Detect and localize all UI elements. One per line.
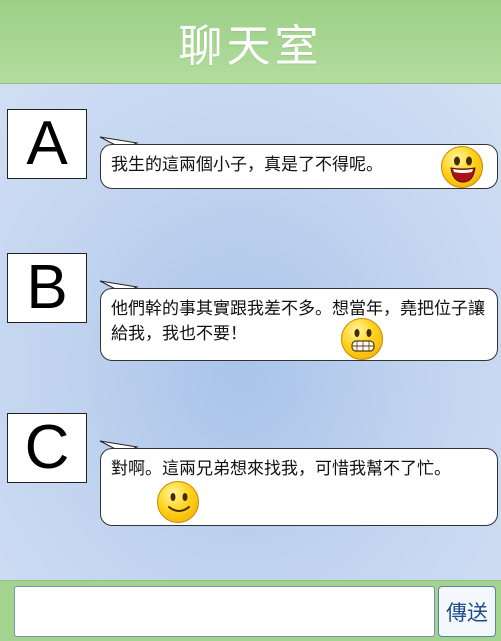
user-avatar: C [7, 413, 87, 483]
composer-bar: 傳送 [0, 580, 501, 641]
user-avatar: A [7, 109, 87, 179]
message-text: 對啊。這兩兄弟想來找我，可惜我幫不了忙。 [111, 459, 451, 479]
laughing-smiley-icon [441, 146, 483, 188]
smiling-smiley-icon [157, 481, 199, 523]
message-bubble: 他們幹的事其實跟我差不多。想當年，堯把位子讓給我，我也不要！ [100, 288, 498, 361]
message-bubble: 對啊。這兩兄弟想來找我，可惜我幫不了忙。 [100, 448, 498, 526]
user-avatar: B [7, 253, 87, 323]
page-title: 聊天室 [178, 21, 323, 72]
message-text: 我生的這兩個小子，真是了不得呢。 [111, 155, 383, 175]
message-bubble: 我生的這兩個小子，真是了不得呢。 [100, 144, 498, 189]
grinning-smiley-icon [341, 318, 383, 360]
message-list: A 我生的這兩個小子，真是了不得呢。 B 他們幹的事其實跟我差不多。想當年，堯把… [0, 84, 501, 580]
chat-header: 聊天室 [0, 0, 501, 84]
send-button[interactable]: 傳送 [438, 586, 496, 637]
message-input[interactable] [14, 586, 435, 637]
message-text: 他們幹的事其實跟我差不多。想當年，堯把位子讓給我，我也不要！ [111, 299, 485, 344]
